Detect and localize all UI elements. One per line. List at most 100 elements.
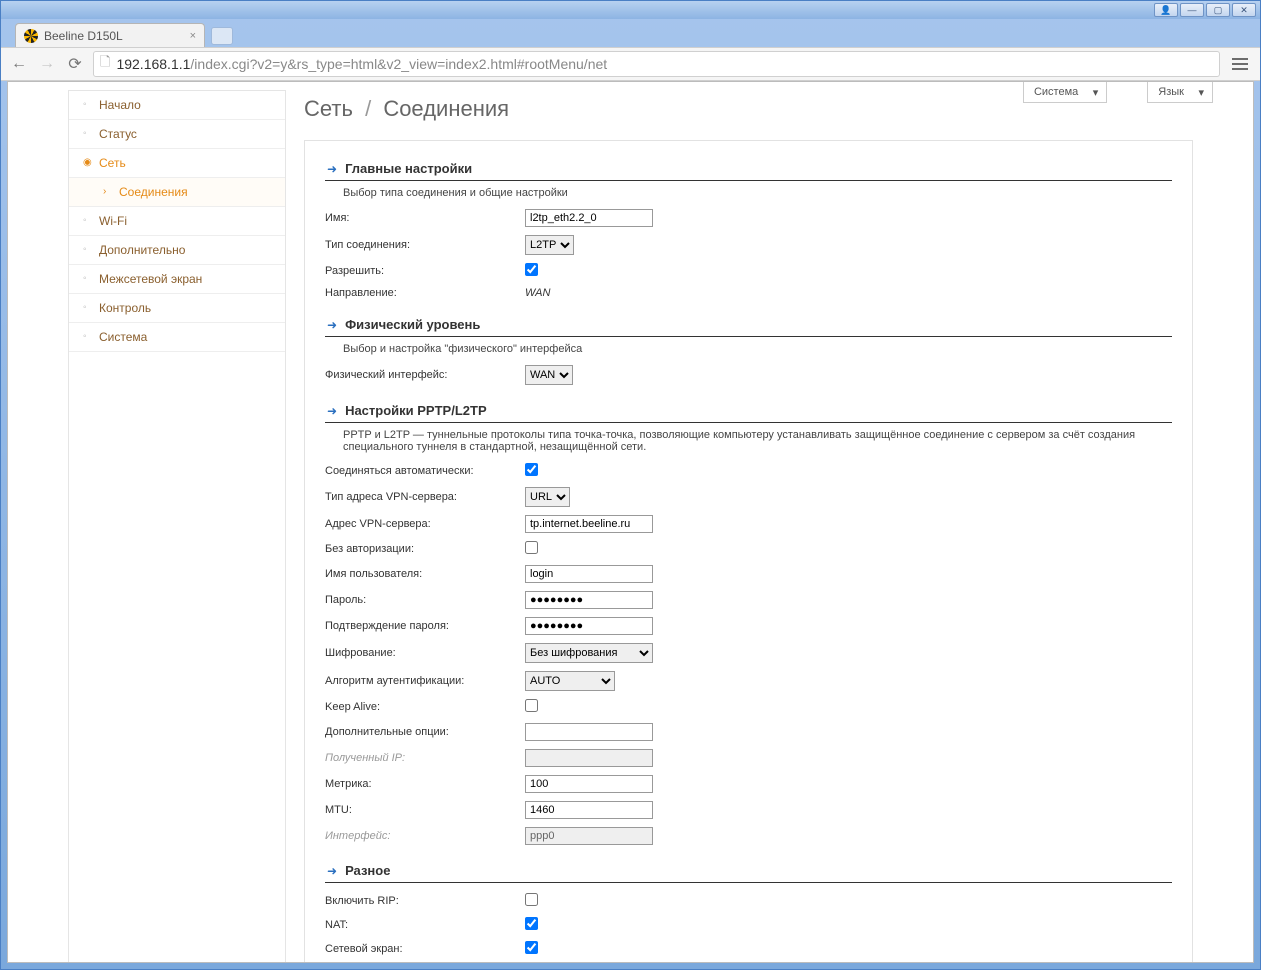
sidebar-item-network[interactable]: ◉Сеть (69, 149, 285, 178)
section-description: PPTP и L2TP — туннельные протоколы типа … (325, 423, 1172, 459)
sidebar-label: Начало (99, 98, 141, 112)
expand-icon: ◉ (83, 159, 91, 167)
mtu-input[interactable] (525, 801, 653, 819)
sidebar-nav: ◦Начало ◦Статус ◉Сеть ›Соединения ◦Wi-Fi… (68, 90, 286, 963)
language-dropdown[interactable]: Язык (1147, 82, 1213, 103)
page-viewport[interactable]: Система Язык ◦Начало ◦Статус ◉Сеть ›Соед… (7, 81, 1254, 963)
sidebar-item-system[interactable]: ◦Система (69, 323, 285, 352)
allow-checkbox[interactable] (525, 263, 538, 276)
system-dropdown[interactable]: Система (1023, 82, 1107, 103)
field-label: Алгоритм аутентификации: (325, 675, 525, 687)
extra-options-input[interactable] (525, 723, 653, 741)
vpn-address-type-select[interactable]: URL (525, 487, 570, 507)
field-label: Keep Alive: (325, 701, 525, 713)
forward-button[interactable]: → (37, 54, 57, 74)
section-icon: ➜ (327, 318, 337, 332)
settings-panel: ➜ Главные настройки Выбор типа соединени… (304, 140, 1193, 963)
field-label: Разрешить: (325, 265, 525, 277)
field-label: Дополнительные опции: (325, 726, 525, 738)
url-path: /index.cgi?v2=y&rs_type=html&v2_view=ind… (190, 56, 607, 72)
window-titlebar: 👤 — ▢ ✕ (1, 1, 1260, 19)
keepalive-checkbox[interactable] (525, 699, 538, 712)
window-maximize-button[interactable]: ▢ (1206, 3, 1230, 17)
section-misc-title: ➜ Разное (325, 859, 1172, 883)
tab-close-icon[interactable]: × (190, 30, 196, 42)
sidebar-item-firewall[interactable]: ◦ Межсетевой экран (69, 265, 285, 294)
bullet-icon: ◦ (83, 101, 91, 109)
field-label: Метрика: (325, 778, 525, 790)
browser-tab[interactable]: Beeline D150L × (15, 23, 205, 47)
no-auth-checkbox[interactable] (525, 541, 538, 554)
field-label: Подтверждение пароля: (325, 620, 525, 632)
window-minimize-button[interactable]: — (1180, 3, 1204, 17)
field-label: Тип адреса VPN-сервера: (325, 491, 525, 503)
interface-display (525, 827, 653, 845)
password-confirm-input[interactable] (525, 617, 653, 635)
sidebar-label: Дополнительно (99, 243, 185, 257)
browser-menu-button[interactable] (1228, 52, 1252, 76)
section-description: Выбор типа соединения и общие настройки (325, 181, 1172, 205)
window-close-button[interactable]: ✕ (1232, 3, 1256, 17)
field-label: Адрес VPN-сервера: (325, 518, 525, 530)
sidebar-label: Статус (99, 127, 137, 141)
breadcrumb-part: Соединения (383, 96, 509, 121)
section-icon: ➜ (327, 162, 337, 176)
metric-input[interactable] (525, 775, 653, 793)
sidebar-item-home[interactable]: ◦ Начало (69, 91, 285, 120)
back-button[interactable]: ← (9, 54, 29, 74)
sidebar-item-wifi[interactable]: ◦Wi-Fi (69, 207, 285, 236)
field-label: Тип соединения: (325, 239, 525, 251)
vpn-address-input[interactable] (525, 515, 653, 533)
reload-button[interactable]: ⟳ (65, 54, 85, 74)
firewall-checkbox[interactable] (525, 941, 538, 954)
bullet-icon: ◦ (83, 333, 91, 341)
section-label: Разное (345, 863, 390, 878)
encryption-select[interactable]: Без шифрования (525, 643, 653, 663)
field-label: Соединяться автоматически: (325, 465, 525, 477)
rip-checkbox[interactable] (525, 893, 538, 906)
field-label: MTU: (325, 804, 525, 816)
section-physical-title: ➜ Физический уровень (325, 313, 1172, 337)
auth-algorithm-select[interactable]: AUTO (525, 671, 615, 691)
field-label: Интерфейс: (325, 830, 525, 842)
bullet-icon: ◦ (83, 130, 91, 138)
browser-toolbar: ← → ⟳ 🗋 192.168.1.1/index.cgi?v2=y&rs_ty… (1, 47, 1260, 81)
bullet-icon: ◦ (83, 246, 91, 254)
os-window: 👤 — ▢ ✕ Beeline D150L × ← → ⟳ 🗋 192.168.… (0, 0, 1261, 970)
nat-checkbox[interactable] (525, 917, 538, 930)
physical-interface-select[interactable]: WAN (525, 365, 573, 385)
page-info-icon[interactable]: 🗋 (100, 53, 110, 75)
breadcrumb-part: Сеть (304, 96, 353, 121)
received-ip-display (525, 749, 653, 767)
new-tab-button[interactable] (211, 27, 233, 45)
window-user-icon[interactable]: 👤 (1154, 3, 1178, 17)
sidebar-label: Межсетевой экран (99, 272, 202, 286)
section-label: Настройки PPTP/L2TP (345, 403, 487, 418)
address-bar[interactable]: 🗋 192.168.1.1/index.cgi?v2=y&rs_type=htm… (93, 51, 1220, 77)
bullet-icon: ◦ (83, 304, 91, 312)
section-pptp-title: ➜ Настройки PPTP/L2TP (325, 399, 1172, 423)
section-icon: ➜ (327, 864, 337, 878)
sidebar-item-control[interactable]: ◦ Контроль (69, 294, 285, 323)
sidebar-label: Wi-Fi (99, 214, 127, 228)
sidebar-label: Контроль (99, 301, 151, 315)
username-input[interactable] (525, 565, 653, 583)
field-label: Имя пользователя: (325, 568, 525, 580)
sidebar-item-connections[interactable]: ›Соединения (69, 178, 285, 207)
sidebar-item-advanced[interactable]: ◦ Дополнительно (69, 236, 285, 265)
sidebar-item-status[interactable]: ◦ Статус (69, 120, 285, 149)
password-input[interactable] (525, 591, 653, 609)
content-area: Сеть / Соединения ➜ Главные настройки Вы… (304, 90, 1193, 963)
connection-name-input[interactable] (525, 209, 653, 227)
section-description: Выбор и настройка "физического" интерфей… (325, 337, 1172, 361)
breadcrumb-separator: / (365, 96, 371, 121)
field-label: Физический интерфейс: (325, 369, 525, 381)
bullet-icon: ◦ (83, 275, 91, 283)
autoconnect-checkbox[interactable] (525, 463, 538, 476)
tab-favicon (24, 29, 38, 43)
field-label: Направление: (325, 287, 525, 299)
section-icon: ➜ (327, 404, 337, 418)
url-host: 192.168.1.1 (116, 56, 190, 72)
connection-type-select[interactable]: L2TP (525, 235, 574, 255)
field-label: Включить RIP: (325, 895, 525, 907)
